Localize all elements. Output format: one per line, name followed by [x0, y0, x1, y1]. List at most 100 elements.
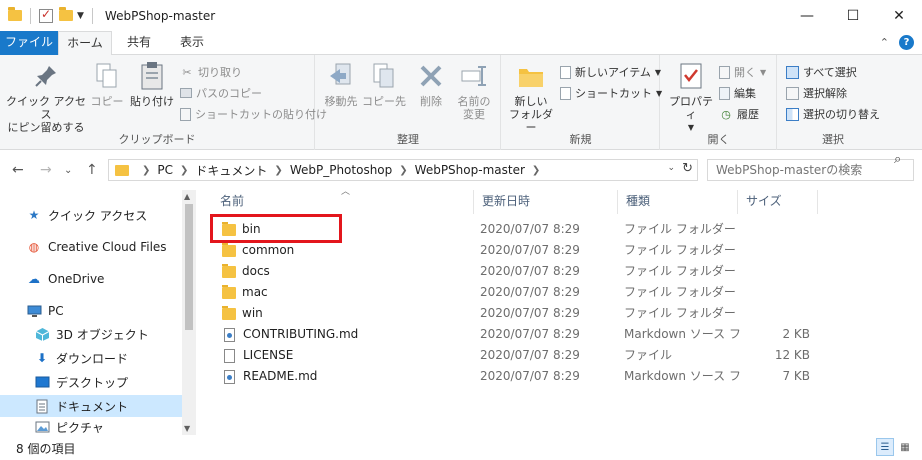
column-header-date[interactable]: 更新日時: [474, 190, 618, 214]
refresh-icon[interactable]: ↻: [682, 161, 693, 176]
status-bar: 8 個の項目 ☰ ▦: [0, 435, 922, 460]
breadcrumb-pc[interactable]: PC: [157, 163, 173, 177]
search-input[interactable]: [707, 159, 914, 181]
close-button[interactable]: ✕: [876, 0, 922, 31]
tab-share[interactable]: 共有: [116, 31, 162, 55]
chevron-right-icon[interactable]: ❯: [180, 165, 188, 176]
new-group-label: 新規: [569, 133, 592, 146]
file-list: ︿ 名前 更新日時 種類 サイズ bin 2020/07/07 8:29 ファイ…: [196, 187, 922, 435]
ribbon-collapse-icon[interactable]: ⌃: [880, 36, 889, 49]
recent-locations-button[interactable]: ⌄: [64, 165, 72, 176]
history-button[interactable]: ◷ 履歴: [719, 105, 759, 123]
copy-button[interactable]: コピー: [90, 61, 124, 108]
new-folder-icon[interactable]: [59, 7, 73, 21]
scissors-icon: ✂: [182, 65, 192, 79]
desktop-icon: [34, 374, 50, 390]
file-row-license[interactable]: LICENSE 2020/07/07 8:29 ファイル 12 KB: [212, 345, 812, 366]
navigation-scrollbar[interactable]: ▲ ▼: [182, 190, 196, 435]
tab-file[interactable]: ファイル: [0, 31, 58, 55]
file-row-readme[interactable]: README.md 2020/07/07 8:29 Markdown ソース フ…: [212, 366, 812, 387]
pin-quick-access-button[interactable]: クイック アクセス にピン留めする: [6, 61, 86, 134]
chevron-down-icon[interactable]: ⌄: [667, 163, 675, 173]
help-icon[interactable]: ?: [899, 35, 914, 50]
up-button[interactable]: ↑: [86, 162, 98, 178]
select-all-button[interactable]: すべて選択: [786, 63, 857, 81]
clipboard-group-label: クリップボード: [118, 133, 196, 146]
forward-button[interactable]: →: [40, 162, 52, 178]
scroll-down-icon[interactable]: ▼: [184, 424, 190, 433]
nav-item-creative-cloud[interactable]: ◍ Creative Cloud Files: [0, 236, 182, 258]
nav-item-downloads[interactable]: ⬇ ダウンロード: [0, 347, 182, 369]
chevron-right-icon[interactable]: ❯: [532, 165, 540, 176]
nav-item-quick-access[interactable]: ★ クイック アクセス: [0, 204, 182, 226]
invert-selection-button[interactable]: 選択の切り替え: [786, 105, 880, 123]
edit-icon: [719, 86, 730, 100]
paste-shortcut-button[interactable]: ショートカットの貼り付け: [180, 105, 327, 123]
rename-button[interactable]: 名前の 変更: [452, 61, 496, 121]
organize-group-label: 整理: [397, 133, 419, 146]
new-item-button[interactable]: 新しいアイテム ▼: [560, 63, 661, 81]
column-header-size[interactable]: サイズ: [738, 190, 818, 214]
nav-item-onedrive[interactable]: ☁ OneDrive: [0, 268, 182, 290]
scrollbar-thumb[interactable]: [185, 204, 193, 330]
file-row-docs[interactable]: docs 2020/07/07 8:29 ファイル フォルダー: [212, 261, 812, 282]
breadcrumb-documents[interactable]: ドキュメント: [195, 162, 267, 179]
breadcrumb-webpshop-master[interactable]: WebPShop-master: [415, 163, 525, 177]
move-to-button[interactable]: 移動先: [320, 61, 362, 108]
rename-icon: [459, 61, 489, 91]
copy-to-button[interactable]: コピー先: [362, 61, 406, 108]
divider: [30, 7, 31, 24]
new-folder-button[interactable]: 新しい フォルダー: [506, 61, 556, 134]
select-none-button[interactable]: 選択解除: [786, 84, 847, 102]
large-icons-view-button[interactable]: ▦: [896, 438, 914, 456]
folder-icon: [8, 7, 22, 21]
cut-button[interactable]: ✂ 切り取り: [180, 63, 242, 81]
easy-access-button[interactable]: ショートカット ▼: [560, 84, 662, 102]
properties-button[interactable]: プロパティ ▼: [665, 61, 717, 134]
open-button[interactable]: 開く ▼: [719, 63, 766, 81]
copy-to-icon: [369, 61, 399, 91]
maximize-button[interactable]: ☐: [830, 0, 876, 31]
address-row: ← → ⌄ ↑ ❯ PC ❯ ドキュメント ❯ WebP_Photoshop ❯…: [0, 150, 922, 190]
tab-view[interactable]: 表示: [166, 31, 218, 55]
markdown-file-icon: [224, 369, 235, 384]
nav-item-documents[interactable]: ドキュメント: [0, 395, 182, 417]
breadcrumb-webp-photoshop[interactable]: WebP_Photoshop: [290, 163, 392, 177]
tab-home[interactable]: ホーム: [58, 31, 112, 56]
paste-button[interactable]: 貼り付け: [128, 61, 176, 108]
search-icon[interactable]: ⌕: [894, 152, 916, 167]
title-bar: ▼ WebPShop-master — ☐ ✕: [0, 0, 922, 31]
column-header-type[interactable]: 種類: [618, 190, 738, 214]
back-button[interactable]: ←: [12, 162, 24, 178]
copy-path-button[interactable]: パスのコピー: [180, 84, 262, 102]
chevron-right-icon[interactable]: ❯: [274, 165, 282, 176]
file-row-win[interactable]: win 2020/07/07 8:29 ファイル フォルダー: [212, 303, 812, 324]
address-bar[interactable]: ❯ PC ❯ ドキュメント ❯ WebP_Photoshop ❯ WebPSho…: [108, 159, 698, 181]
minimize-button[interactable]: —: [784, 0, 830, 31]
large-icons-view-icon: ▦: [900, 441, 910, 453]
edit-button[interactable]: 編集: [719, 84, 756, 102]
window-title: WebPShop-master: [104, 8, 216, 23]
nav-item-desktop[interactable]: デスクトップ: [0, 371, 182, 393]
nav-item-pictures[interactable]: ピクチャ: [0, 419, 182, 435]
new-folder-icon: [516, 61, 546, 91]
properties-icon[interactable]: [39, 7, 53, 23]
scroll-up-icon[interactable]: ▲: [184, 192, 190, 201]
nav-item-pc[interactable]: PC: [0, 300, 182, 322]
chevron-right-icon[interactable]: ❯: [399, 165, 407, 176]
file-row-common[interactable]: common 2020/07/07 8:29 ファイル フォルダー: [212, 240, 812, 261]
column-header-name[interactable]: 名前: [212, 190, 474, 214]
clipboard-group: クイック アクセス にピン留めする コピー 貼り付け ✂ 切り取り パスのコピー…: [0, 55, 327, 150]
divider: [91, 7, 93, 24]
details-view-button[interactable]: ☰: [876, 438, 894, 456]
delete-button[interactable]: 削除: [414, 61, 448, 108]
file-icon: [224, 348, 235, 363]
shortcut-icon: [560, 86, 571, 100]
file-row-contributing[interactable]: CONTRIBUTING.md 2020/07/07 8:29 Markdown…: [212, 324, 812, 345]
download-icon: ⬇: [36, 351, 48, 365]
file-row-mac[interactable]: mac 2020/07/07 8:29 ファイル フォルダー: [212, 282, 812, 303]
customize-toolbar-icon[interactable]: ▼: [77, 11, 84, 21]
select-group-label: 選択: [822, 133, 844, 146]
creative-cloud-icon: ◍: [28, 240, 40, 254]
nav-item-3d-objects[interactable]: 3D オブジェクト: [0, 323, 182, 345]
